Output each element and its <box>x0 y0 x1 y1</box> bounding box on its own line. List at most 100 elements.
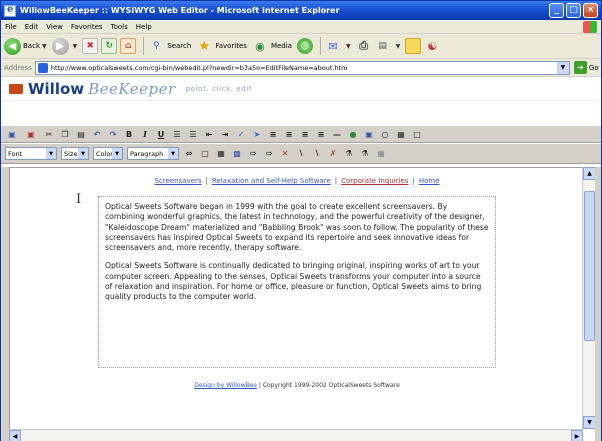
scroll-thumb[interactable] <box>584 191 595 341</box>
back-button[interactable]: ◀ Back ▼ <box>4 37 47 55</box>
underline-icon[interactable]: U <box>155 127 167 141</box>
bold-icon[interactable]: B <box>123 127 135 141</box>
scroll-left-icon[interactable]: ◀ <box>9 430 21 441</box>
numbered-list-icon[interactable]: ☰ <box>171 127 183 141</box>
format-select[interactable]: Paragraph ▼ <box>127 147 179 160</box>
chevron-down-icon: ▼ <box>112 148 122 159</box>
minimize-button[interactable]: _ <box>549 3 564 18</box>
color-select[interactable]: Color ▼ <box>93 147 123 160</box>
vertical-scrollbar[interactable]: ▲ ▼ <box>582 167 596 429</box>
paste-icon[interactable]: ▤ <box>75 127 87 141</box>
chevron-down-icon: ▼ <box>78 148 88 159</box>
footer-copyright: | Copyright 1999-2002 OpticalSweets Soft… <box>256 382 400 389</box>
footer-design-link[interactable]: Design by WillowBee <box>194 382 257 389</box>
editor-toolbar-primary: ▣ ▣ ✂ ❐ ▤ ↶ ↷ B I U ☰ ☰ ⇤ ⇥ ✓ ➤ ≡ ≡ ≡ ≡ … <box>1 125 601 143</box>
split-cell-icon[interactable]: ⧵ <box>295 147 307 161</box>
mail-button[interactable]: ✉ ▼ <box>325 38 350 54</box>
align-left-icon[interactable]: ≡ <box>267 127 279 141</box>
align-center-icon[interactable]: ≡ <box>283 127 295 141</box>
menu-file[interactable]: File <box>5 23 17 31</box>
bullet-list-icon[interactable]: ☰ <box>187 127 199 141</box>
delete-row-icon[interactable]: ✕ <box>279 147 291 161</box>
undo-icon[interactable]: ↶ <box>91 127 103 141</box>
row-props-icon[interactable]: ⚗ <box>359 147 371 161</box>
content-textbox[interactable]: Optical Sweets Software began in 1999 wi… <box>98 196 496 368</box>
size-select[interactable]: Size ▼ <box>61 147 89 160</box>
close-button[interactable]: × <box>583 3 598 18</box>
home-icon[interactable]: ⌂ <box>120 38 137 54</box>
menu-edit[interactable]: Edit <box>25 23 39 31</box>
merge-cells-icon[interactable]: ⧵ <box>311 147 323 161</box>
html-source-icon[interactable]: ⇔ <box>183 147 195 161</box>
cut-icon[interactable]: ✂ <box>43 127 55 141</box>
editor-content[interactable]: Screensavers | Relaxation and Self-Help So… <box>9 167 583 429</box>
font-select[interactable]: Font ▼ <box>5 147 57 160</box>
stop-icon[interactable]: ✖ <box>82 38 99 54</box>
italic-icon[interactable]: I <box>139 127 151 141</box>
table-icon[interactable]: ▦ <box>395 127 407 141</box>
save-as-icon[interactable]: ▣ <box>24 127 38 141</box>
image-icon[interactable]: ▣ <box>363 127 375 141</box>
favorites-button[interactable]: ★ Favorites <box>196 38 246 54</box>
title-bar[interactable]: WillowBeeKeeper :: WYSIWYG Web Editor - … <box>1 1 601 20</box>
refresh-icon[interactable]: ↻ <box>101 38 118 54</box>
pointer-icon[interactable]: ➤ <box>251 127 263 141</box>
media-button[interactable]: ◉ Media <box>252 38 292 54</box>
insert-table-icon[interactable]: ▦ <box>215 147 227 161</box>
size-select-value: Size <box>64 149 78 158</box>
redo-icon[interactable]: ↷ <box>107 127 119 141</box>
copy-icon[interactable]: ❐ <box>59 127 71 141</box>
menu-tools[interactable]: Tools <box>111 23 128 31</box>
scroll-right-icon[interactable]: ▶ <box>571 430 583 441</box>
insert-row-icon[interactable]: ⇨ <box>247 147 259 161</box>
nav-link-corporate[interactable]: Corporate Inquiries <box>341 177 408 185</box>
chevron-down-icon: ▼ <box>168 148 178 159</box>
preview-icon[interactable]: □ <box>411 127 423 141</box>
edit-button[interactable]: ▤ ▼ <box>375 38 401 54</box>
help-icon[interactable]: ▦ <box>375 147 387 161</box>
address-input[interactable]: http://www.opticalsweets.com/cgi-bin/web… <box>34 60 570 75</box>
page-icon <box>37 62 48 73</box>
nav-link-relaxation[interactable]: Relaxation and Self-Help Software <box>212 177 331 185</box>
messenger-icon[interactable]: ☯ <box>424 38 440 54</box>
maximize-button[interactable]: □ <box>566 3 581 18</box>
align-right-icon[interactable]: ≡ <box>299 127 311 141</box>
forward-button[interactable]: ▶ ▼ <box>51 37 77 55</box>
print-icon[interactable]: ⎙ <box>356 38 372 54</box>
table-props-icon[interactable]: ▩ <box>231 147 243 161</box>
horizontal-scrollbar[interactable]: ◀ ▶ <box>9 429 583 441</box>
brand-beekeeper: BeeKeeper <box>88 79 176 98</box>
back-label: Back <box>23 42 40 50</box>
go-button[interactable]: ➜ Go <box>573 61 599 74</box>
search-label: Search <box>167 42 192 50</box>
about-paragraph-1: Optical Sweets Software began in 1999 wi… <box>105 202 489 252</box>
nav-link-home[interactable]: Home <box>419 177 440 185</box>
mail-icon: ✉ <box>328 39 338 53</box>
chevron-down-icon[interactable]: ▼ <box>556 61 569 74</box>
search-button[interactable]: ⚲ Search <box>148 38 191 54</box>
anchor-icon[interactable]: ○ <box>379 127 391 141</box>
cell-props-icon[interactable]: ⚗ <box>343 147 355 161</box>
save-icon[interactable]: ▣ <box>5 127 19 141</box>
go-label: Go <box>588 63 599 72</box>
indent-icon[interactable]: ⇥ <box>219 127 231 141</box>
insert-column-icon[interactable]: ⇨ <box>263 147 275 161</box>
horizontal-rule-icon[interactable]: — <box>331 127 343 141</box>
brand-willow: Willow <box>28 79 85 98</box>
menu-view[interactable]: View <box>46 23 63 31</box>
box-icon[interactable]: □ <box>199 147 211 161</box>
outdent-icon[interactable]: ⇤ <box>203 127 215 141</box>
folder-icon[interactable] <box>405 38 422 54</box>
link-icon[interactable]: ● <box>347 127 359 141</box>
nav-separator: | <box>205 177 208 185</box>
chevron-down-icon: ▼ <box>46 148 56 159</box>
align-justify-icon[interactable]: ≡ <box>315 127 327 141</box>
history-icon[interactable]: ◷ <box>296 38 313 54</box>
menu-help[interactable]: Help <box>136 23 152 31</box>
toolbar-separator <box>143 37 145 55</box>
menu-favorites[interactable]: Favorites <box>71 23 103 31</box>
nav-link-screensavers[interactable]: Screensavers <box>155 177 202 185</box>
check-spelling-icon[interactable]: ✓ <box>235 127 247 141</box>
chevron-down-icon: ▼ <box>395 42 401 50</box>
delete-cell-icon[interactable]: ✗ <box>327 147 339 161</box>
